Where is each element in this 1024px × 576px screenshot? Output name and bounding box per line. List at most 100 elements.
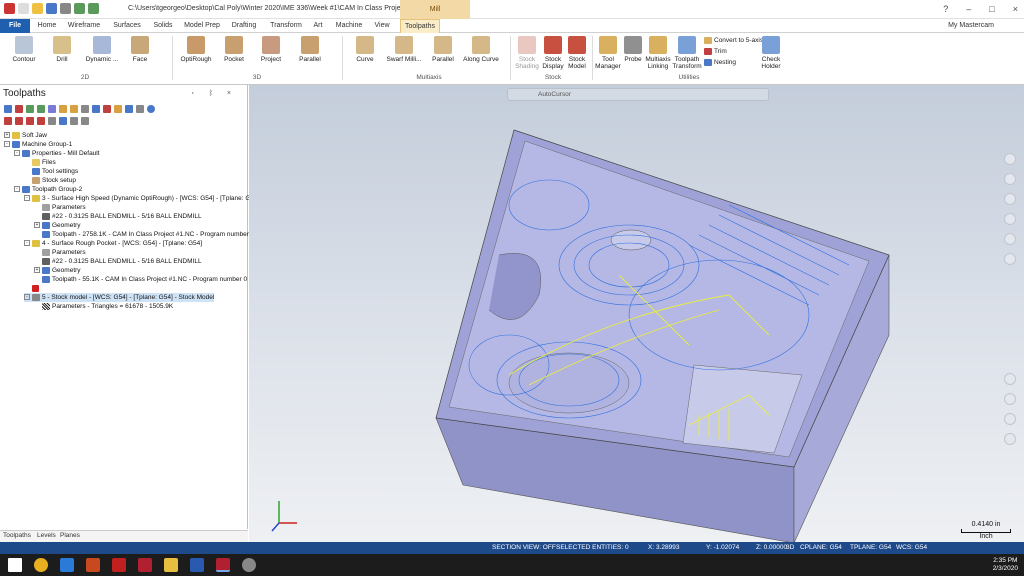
pocket-button[interactable]: Pocket — [220, 36, 248, 63]
project-button[interactable]: Project — [256, 36, 286, 63]
multiaxis-linking-button[interactable]: Multiaxis Linking — [644, 36, 672, 70]
select-failed-icon[interactable] — [15, 105, 23, 113]
view-iso-icon[interactable] — [1004, 213, 1016, 225]
acrobat-icon[interactable] — [112, 558, 126, 572]
tree-node-parameters[interactable]: Parameters — [42, 248, 86, 257]
minimize-icon[interactable]: – — [966, 4, 971, 14]
system-clock[interactable]: 2:35 PM 2/3/2020 — [993, 557, 1018, 573]
tab-surfaces[interactable]: Surfaces — [108, 19, 146, 33]
tree-node-properties[interactable]: - Properties - Mill Default — [14, 149, 100, 158]
single-display-icon[interactable] — [59, 117, 67, 125]
tool-manager-button[interactable]: Tool Manager — [594, 36, 622, 70]
expand-icon[interactable] — [70, 117, 78, 125]
tab-toolpaths[interactable]: Toolpaths — [400, 19, 440, 33]
section-view-status[interactable]: SECTION VIEW: OFF — [492, 542, 556, 554]
hidden-line-icon[interactable] — [1004, 413, 1016, 425]
mastercam-active-icon[interactable] — [216, 558, 230, 572]
tree-node-stock-params[interactable]: Parameters - Triangles = 61678 - 1505.9K — [42, 302, 173, 311]
regenerate-icon[interactable] — [26, 105, 34, 113]
tree-node-toolpath[interactable]: Toolpath - 55.1K - CAM In Class Project … — [42, 275, 247, 284]
print-icon[interactable] — [60, 3, 71, 14]
tree-node-stock-setup[interactable]: Stock setup — [32, 176, 76, 185]
panel-controls[interactable]: ▾ ᛒ × — [191, 90, 237, 97]
scroll-icon[interactable] — [48, 117, 56, 125]
verify-icon[interactable] — [59, 105, 67, 113]
tab-solids[interactable]: Solids — [148, 19, 178, 33]
face-button[interactable]: Face — [126, 36, 154, 63]
toolpath-transform-button[interactable]: Toolpath Transform — [672, 36, 702, 70]
tab-wireframe[interactable]: Wireframe — [64, 19, 104, 33]
tree-node-op-3[interactable]: -3 - Surface High Speed (Dynamic OptiRou… — [24, 194, 259, 203]
powerpoint-icon[interactable] — [86, 558, 100, 572]
along-curve-button[interactable]: Along Curve — [462, 36, 500, 63]
tree-node-geometry[interactable]: + Geometry — [34, 266, 81, 275]
windows-start-icon[interactable] — [8, 558, 22, 572]
tree-node-toolpath-group[interactable]: - Toolpath Group-2 — [14, 185, 82, 194]
ma-parallel-button[interactable]: Parallel — [428, 36, 458, 63]
tree-node-op-5[interactable]: -5 - Stock model - [WCS: G54] - [Tplane:… — [24, 293, 215, 302]
tab-file[interactable]: File — [0, 19, 30, 33]
chrome-icon[interactable] — [34, 558, 48, 572]
drill-button[interactable]: Drill — [48, 36, 76, 63]
insert-after-icon[interactable] — [37, 117, 45, 125]
tab-toolpaths-panel[interactable]: Toolpaths — [3, 532, 31, 539]
delete-icon[interactable] — [103, 105, 111, 113]
edge-icon[interactable] — [60, 558, 74, 572]
my-mastercam-link[interactable]: My Mastercam — [948, 19, 994, 33]
tree-node-parameters[interactable]: Parameters — [42, 203, 86, 212]
wcs-status[interactable]: WCS: G54 — [896, 542, 927, 554]
tree-node-files[interactable]: Files — [32, 158, 56, 167]
close-icon[interactable]: × — [1013, 4, 1018, 14]
undo-icon[interactable] — [74, 3, 85, 14]
highfeed-icon[interactable] — [92, 105, 100, 113]
toggle-display-icon[interactable] — [125, 105, 133, 113]
selected-entities-status[interactable]: SELECTED ENTITIES: 0 — [556, 542, 629, 554]
swarf-milling-button[interactable]: Swarf Milli... — [384, 36, 424, 63]
save-icon[interactable] — [46, 3, 57, 14]
move-up-icon[interactable] — [15, 117, 23, 125]
new-file-icon[interactable] — [18, 3, 29, 14]
tab-levels[interactable]: Levels — [37, 532, 56, 539]
tree-node-tool[interactable]: #22 - 0.3125 BALL ENDMILL - 5/16 BALL EN… — [42, 212, 202, 221]
check-holder-button[interactable]: Check Holder — [758, 36, 784, 70]
cplane-status[interactable]: CPLANE: G54 — [800, 542, 842, 554]
shading-icon[interactable] — [1004, 373, 1016, 385]
tab-home[interactable]: Home — [32, 19, 62, 33]
tree-node-toolpath[interactable]: Toolpath - 2758.1K - CAM In Class Projec… — [42, 230, 254, 239]
translucency-icon[interactable] — [1004, 433, 1016, 445]
trim-button[interactable]: Trim — [704, 48, 727, 55]
tab-view[interactable]: View — [368, 19, 396, 33]
backplot-icon[interactable] — [48, 105, 56, 113]
lock-icon[interactable] — [114, 105, 122, 113]
nesting-button[interactable]: Nesting — [704, 59, 736, 66]
parallel-button[interactable]: Parallel — [294, 36, 326, 63]
view-front-icon[interactable] — [1004, 173, 1016, 185]
app-icon[interactable] — [242, 558, 256, 572]
view-top-icon[interactable] — [1004, 153, 1016, 165]
collapse-icon[interactable] — [81, 117, 89, 125]
wireframe-icon[interactable] — [1004, 393, 1016, 405]
insert-arrow-marker[interactable] — [32, 284, 41, 293]
move-down-icon[interactable] — [4, 117, 12, 125]
convert-5axis-button[interactable]: Convert to 5-axis — [704, 37, 763, 44]
mastercam-taskbar-icon[interactable] — [138, 558, 152, 572]
curve-button[interactable]: Curve — [350, 36, 380, 63]
file-explorer-icon[interactable] — [164, 558, 178, 572]
toggle-posting-icon[interactable] — [136, 105, 144, 113]
open-file-icon[interactable] — [32, 3, 43, 14]
fit-icon[interactable] — [1004, 233, 1016, 245]
tree-node-tool-settings[interactable]: Tool settings — [32, 167, 78, 176]
stock-shading-button[interactable]: Stock Shading — [514, 36, 540, 70]
select-all-icon[interactable] — [4, 105, 12, 113]
help-icon[interactable] — [147, 105, 155, 113]
simulate-icon[interactable] — [70, 105, 78, 113]
zoom-icon[interactable] — [1004, 253, 1016, 265]
redo-icon[interactable] — [88, 3, 99, 14]
tree-node-tool[interactable]: #22 - 0.3125 BALL ENDMILL - 5/16 BALL EN… — [42, 257, 202, 266]
post-icon[interactable] — [81, 105, 89, 113]
tplane-status[interactable]: TPLANE: G54 — [850, 542, 891, 554]
regenerate-dirty-icon[interactable] — [37, 105, 45, 113]
dynamic-button[interactable]: Dynamic ... — [82, 36, 122, 63]
contour-button[interactable]: Contour — [6, 36, 42, 63]
tab-planes[interactable]: Planes — [60, 532, 80, 539]
